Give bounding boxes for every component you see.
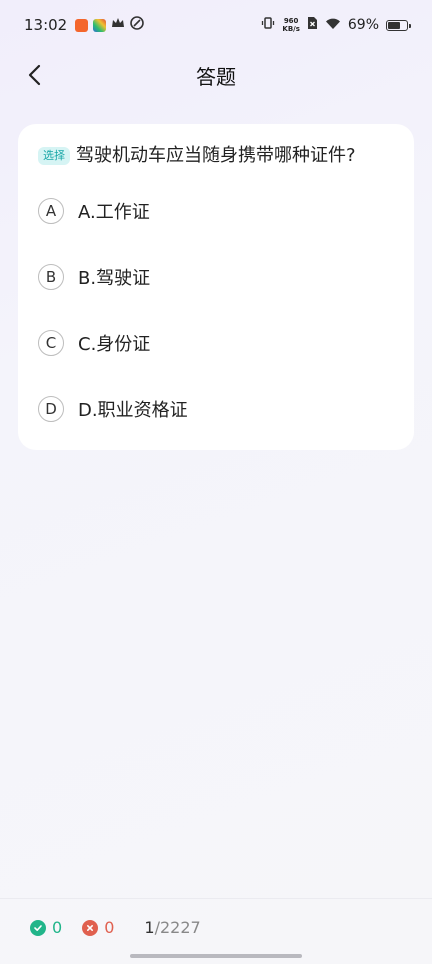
option-letter: D [38, 396, 64, 422]
option-d[interactable]: D D.职业资格证 [38, 376, 396, 442]
option-letter: A [38, 198, 64, 224]
option-list: A A.工作证 B B.驾驶证 C C.身份证 D D.职业资格证 [38, 178, 396, 442]
total-questions: /2227 [154, 918, 201, 937]
question: 选择 驾驶机动车应当随身携带哪种证件? [38, 142, 396, 170]
battery-icon [386, 19, 411, 31]
option-c[interactable]: C C.身份证 [38, 310, 396, 376]
option-a[interactable]: A A.工作证 [38, 178, 396, 244]
battery-level [388, 21, 401, 29]
status-time: 13:02 [24, 16, 68, 34]
nav-bar: 答题 [0, 50, 432, 100]
back-button[interactable] [18, 58, 50, 92]
question-type-badge: 选择 [38, 147, 70, 165]
chevron-left-icon [28, 64, 41, 86]
option-b[interactable]: B B.驾驶证 [38, 244, 396, 310]
home-indicator [130, 954, 302, 958]
option-text: C.身份证 [78, 334, 151, 355]
network-speed: 960 KB/s [282, 17, 300, 33]
option-text: B.驾驶证 [78, 268, 151, 289]
option-letter: B [38, 264, 64, 290]
app-notification-icon [93, 18, 107, 32]
battery-percent: 69% [347, 17, 379, 33]
question-card: 选择 驾驶机动车应当随身携带哪种证件? A A.工作证 B B.驾驶证 C C.… [18, 124, 414, 450]
question-progress[interactable]: 1/2227 [144, 918, 200, 937]
vibrate-icon [261, 16, 275, 34]
question-text: 驾驶机动车应当随身携带哪种证件? [76, 145, 356, 166]
wrong-count: 0 [104, 918, 115, 937]
wifi-icon [325, 17, 341, 34]
app-notification-icon [75, 18, 89, 32]
page-title: 答题 [196, 64, 236, 89]
option-text: D.职业资格证 [78, 400, 188, 421]
crown-icon [111, 17, 125, 33]
correct-count: 0 [52, 918, 63, 937]
link-icon [130, 16, 145, 34]
sim-off-icon [307, 16, 318, 34]
current-question-number: 1 [144, 918, 155, 937]
option-letter: C [38, 330, 64, 356]
option-text: A.工作证 [78, 202, 150, 223]
cross-circle-icon [82, 919, 99, 936]
status-bar: 13:02 960 KB/s 69% [0, 0, 432, 50]
correct-stat: 0 [30, 918, 62, 937]
wrong-stat: 0 [82, 918, 114, 937]
check-circle-icon [30, 919, 46, 936]
